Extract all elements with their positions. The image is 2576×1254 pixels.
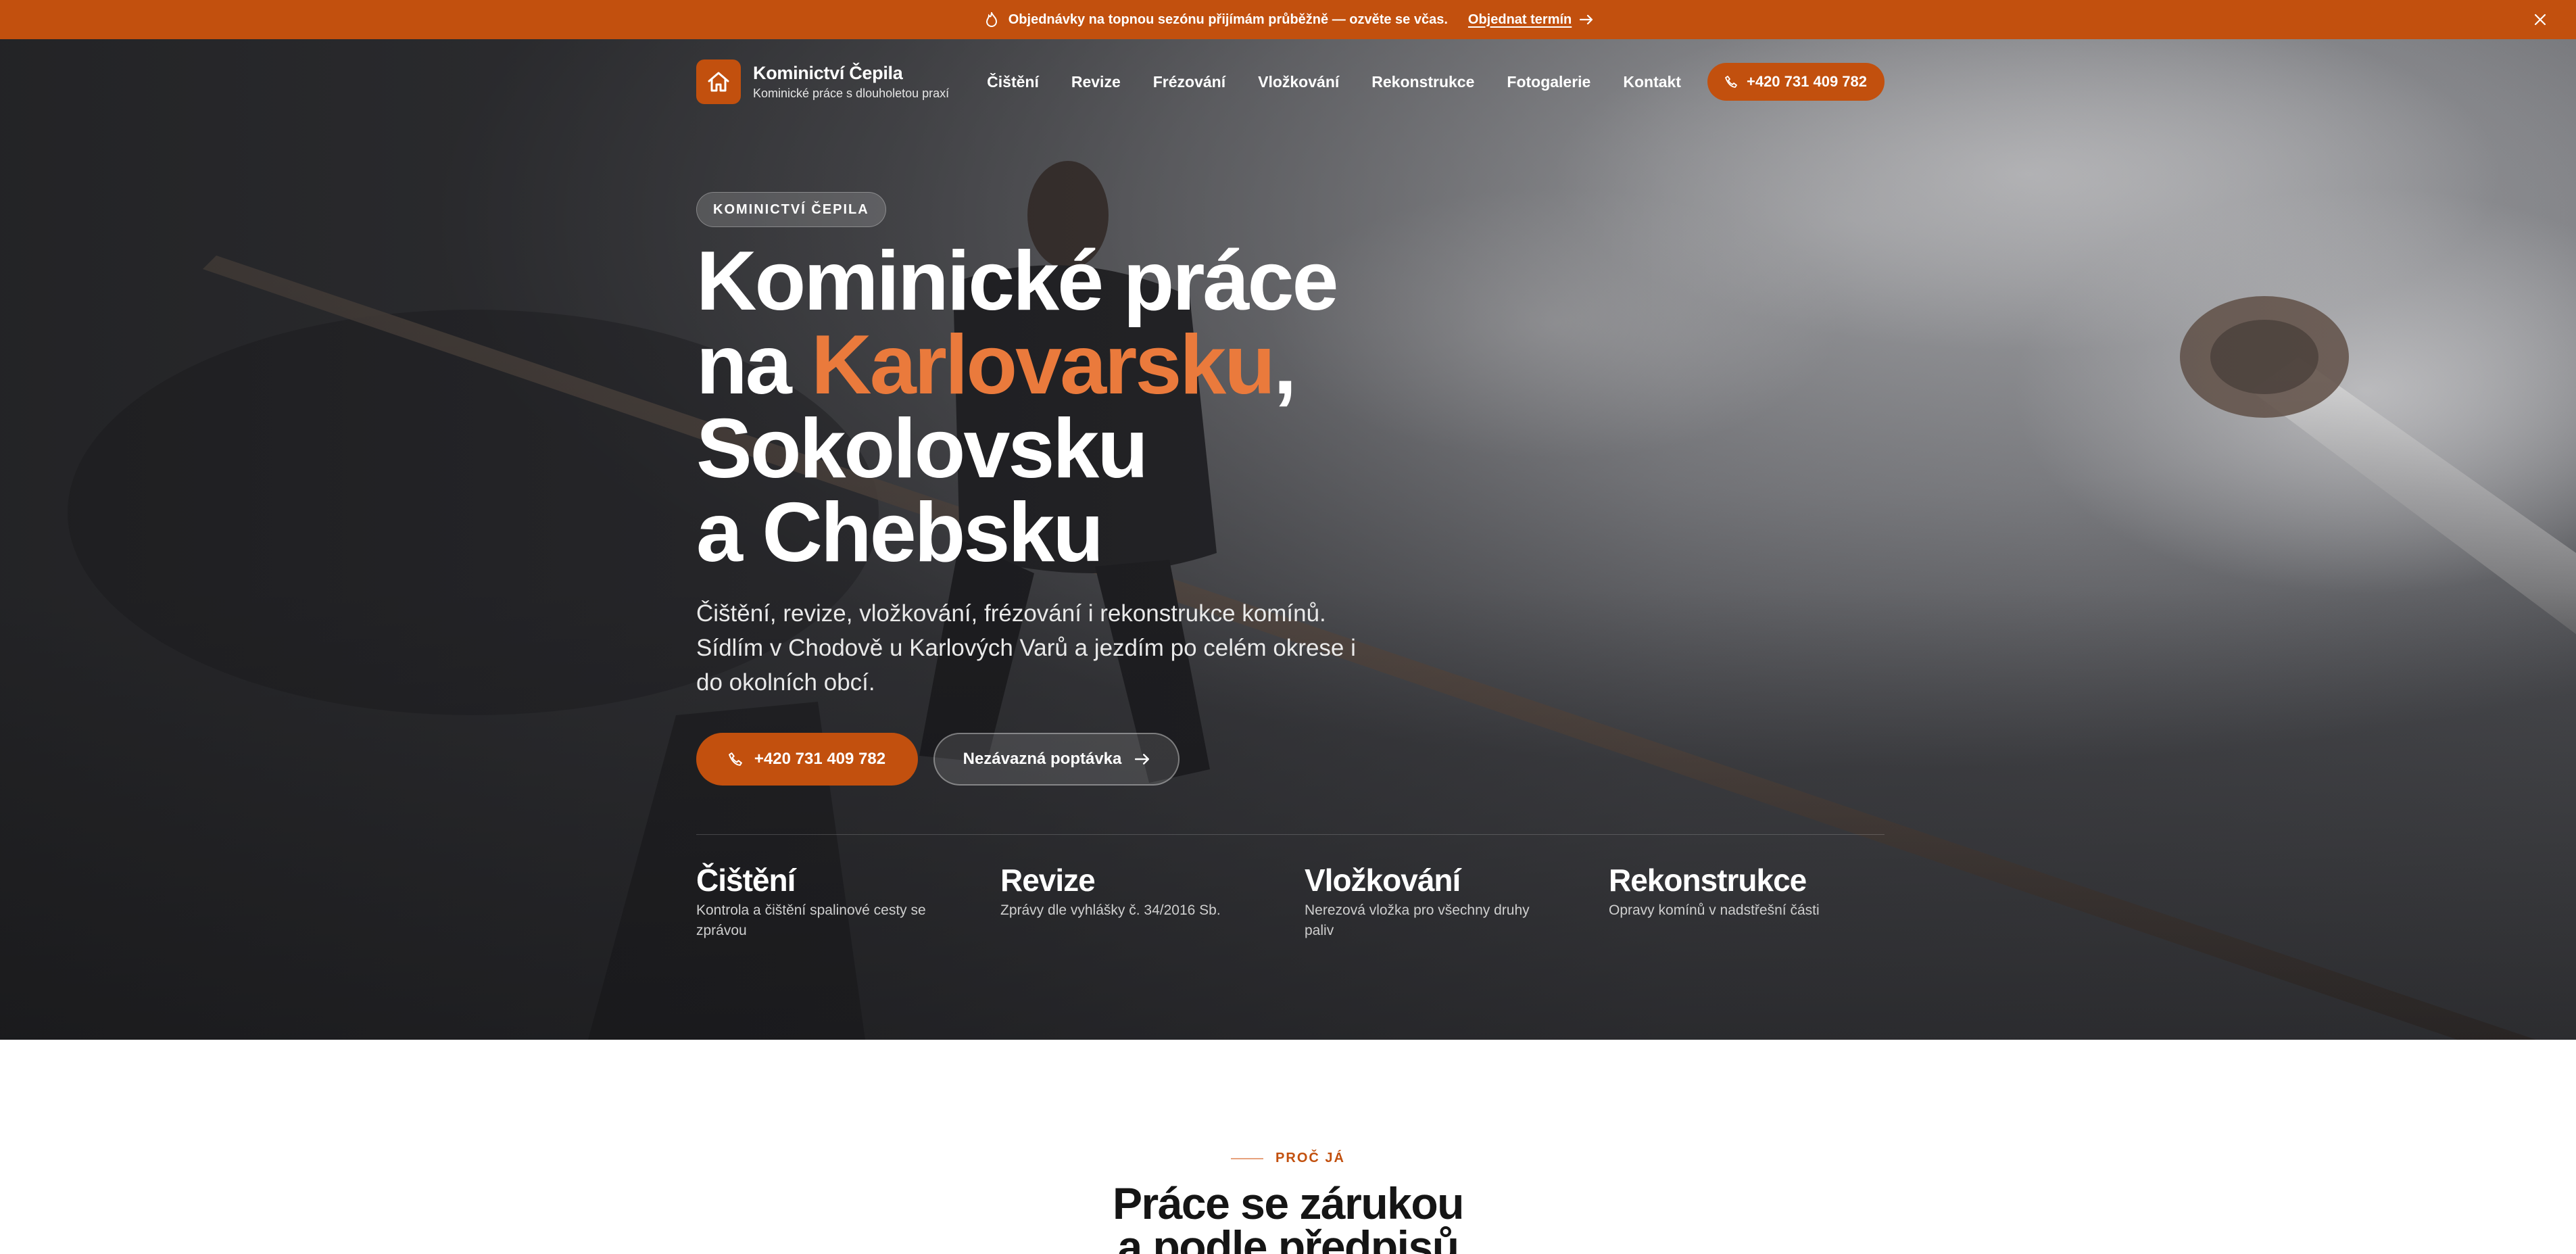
service-title: Rekonstrukce (1609, 863, 1807, 898)
section-title: Práce se zárukou a podle předpisů (0, 1178, 2576, 1254)
section-kicker: PROČ JÁ (0, 1151, 2576, 1166)
nav-item-vlozkovani[interactable]: Vložkování (1258, 73, 1339, 91)
service-title: Vložkování (1305, 863, 1461, 898)
arrow-right-icon (1135, 753, 1150, 765)
service-item[interactable]: Revize Zprávy dle vyhlášky č. 34/2016 Sb… (1000, 863, 1305, 941)
order-appointment-label: Objednat termín (1467, 11, 1572, 27)
header-phone-button[interactable]: +420 731 409 782 (1707, 63, 1885, 101)
header-phone-label: +420 731 409 782 (1746, 73, 1867, 90)
call-button[interactable]: +420 731 409 782 (696, 733, 918, 786)
flame-icon (983, 11, 1000, 28)
phone-icon (729, 752, 742, 766)
nav-item-frezovani[interactable]: Frézování (1153, 73, 1225, 91)
kicker-text: PROČ JÁ (1275, 1151, 1345, 1165)
service-desc: Kontrola a čištění spalinové cesty se zp… (696, 902, 926, 938)
section-title-line-1: Práce se zárukou (1113, 1178, 1464, 1228)
nav-item-rekonstrukce[interactable]: Rekonstrukce (1371, 73, 1474, 91)
phone-icon (1725, 76, 1737, 88)
brand-name: Kominictví Čepila (753, 63, 903, 83)
service-desc: Nerezová vložka pro všechny druhy paliv (1305, 902, 1530, 938)
site-header: Kominictví Čepila Kominické práce s dlou… (696, 59, 1885, 104)
service-title: Čištění (696, 863, 796, 898)
call-button-label: +420 731 409 782 (754, 750, 886, 768)
main-menu: Čištění Revize Frézování Vložkování Reko… (987, 73, 1681, 91)
service-item[interactable]: Rekonstrukce Opravy komínů v nadstřešní … (1609, 863, 1913, 941)
announcement-bar: Objednávky na topnou sezónu přijímám prů… (0, 0, 2576, 39)
headline-highlight: Karlovarsku (811, 318, 1275, 412)
order-appointment-link[interactable]: Objednat termín (1468, 12, 1593, 28)
headline-line-4: a Chebsku (696, 486, 1104, 579)
announcement-message: Objednávky na topnou sezónu přijímám prů… (1008, 11, 1448, 27)
hero-lead: Čištění, revize, vložkování, frézování i… (696, 600, 1356, 696)
service-item[interactable]: Vložkování Nerezová vložka pro všechny d… (1305, 863, 1609, 941)
close-icon[interactable] (2531, 11, 2549, 28)
brand-tagline: Kominické práce s dlouholetou praxí (753, 87, 950, 100)
inquiry-button-label: Nezávazná poptávka (963, 750, 1122, 768)
service-title: Revize (1000, 863, 1096, 898)
headline-line-1: Kominické práce (696, 235, 1338, 328)
house-icon (696, 59, 741, 104)
headline-line-2: na Karlovarsku, (696, 318, 1296, 412)
arrow-right-icon (1580, 14, 1593, 25)
service-item[interactable]: Čištění Kontrola a čištění spalinové ces… (696, 863, 1000, 941)
service-desc: Opravy komínů v nadstřešní části (1609, 902, 1820, 918)
hero-headline: Kominické práce na Karlovarsku, Sokolovs… (696, 239, 1507, 575)
inquiry-button[interactable]: Nezávazná poptávka (933, 733, 1180, 786)
headline-line-3: Sokolovsku (696, 402, 1148, 496)
why-section: PROČ JÁ Práce se zárukou a podle předpis… (0, 1040, 2576, 1254)
nav-item-revize[interactable]: Revize (1071, 73, 1121, 91)
services-strip: Čištění Kontrola a čištění spalinové ces… (696, 863, 1913, 941)
nav-item-kontakt[interactable]: Kontakt (1623, 73, 1681, 91)
kicker-line (1231, 1157, 1264, 1159)
service-desc: Zprávy dle vyhlášky č. 34/2016 Sb. (1000, 902, 1221, 918)
hero-badge: KOMINICTVÍ ČEPILA (696, 192, 886, 227)
nav-item-cisteni[interactable]: Čištění (987, 73, 1039, 91)
hero-divider (696, 834, 1885, 835)
logo-link[interactable]: Kominictví Čepila Kominické práce s dlou… (696, 59, 949, 104)
nav-item-fotogalerie[interactable]: Fotogalerie (1507, 73, 1590, 91)
section-title-line-2: a podle předpisů (1117, 1222, 1459, 1254)
hero-section: Kominictví Čepila Kominické práce s dlou… (0, 39, 2576, 1040)
